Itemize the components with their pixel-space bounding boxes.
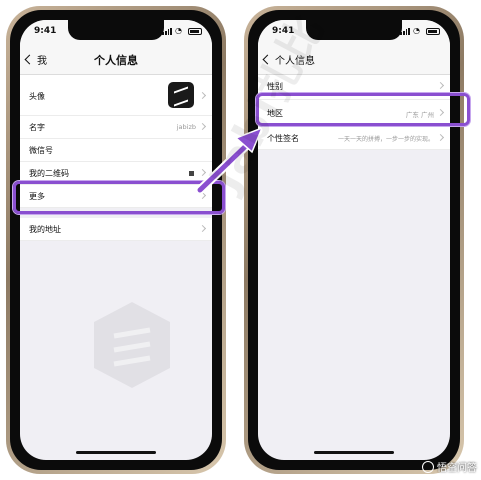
credit-icon: [422, 460, 434, 473]
credit-text: 悟空问答: [437, 463, 477, 474]
arrow-icon: [195, 126, 264, 195]
corner-credit: 悟空问答: [422, 459, 477, 474]
